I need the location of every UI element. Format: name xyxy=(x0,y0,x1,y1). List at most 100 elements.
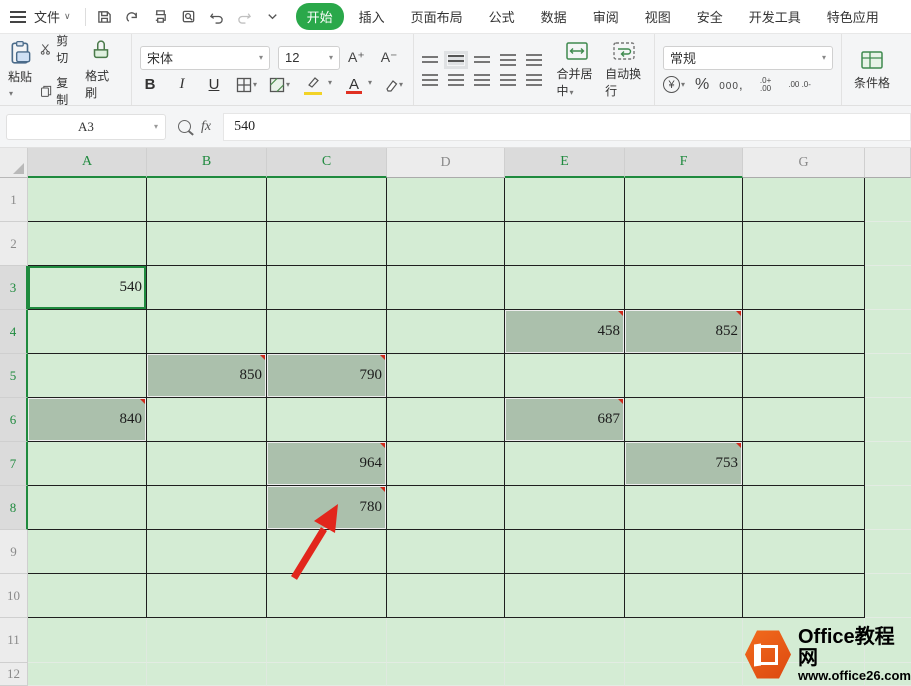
cell-C3[interactable] xyxy=(267,266,387,310)
fill-color-button[interactable]: ▾ xyxy=(269,77,290,93)
column-header-E[interactable]: E xyxy=(505,148,625,178)
cell-A11[interactable] xyxy=(28,618,147,663)
cell-F10[interactable] xyxy=(625,574,743,618)
undo-icon[interactable] xyxy=(206,6,228,28)
row-header-11[interactable]: 11 xyxy=(0,618,28,663)
cell-A10[interactable] xyxy=(28,574,147,618)
output-pdf-icon[interactable] xyxy=(122,6,144,28)
cell-partial-1[interactable] xyxy=(865,178,911,222)
redo-icon[interactable] xyxy=(234,6,256,28)
column-header-partial[interactable] xyxy=(865,148,911,178)
print-icon[interactable] xyxy=(150,6,172,28)
formula-input[interactable]: 540 xyxy=(223,113,911,141)
cell-B7[interactable] xyxy=(147,442,267,486)
italic-button[interactable]: I xyxy=(172,76,192,93)
tab-安全[interactable]: 安全 xyxy=(686,3,734,30)
cell-G4[interactable] xyxy=(743,310,865,354)
align-middle-button[interactable] xyxy=(448,55,464,65)
align-right-button[interactable] xyxy=(474,74,490,86)
cell-F4[interactable]: 852 xyxy=(625,310,743,354)
cut-button[interactable]: 剪切 xyxy=(40,34,77,66)
distributed-button[interactable] xyxy=(526,74,542,86)
paste-button[interactable]: 粘贴▾ xyxy=(8,40,34,99)
cell-partial-4[interactable] xyxy=(865,310,911,354)
shrink-font-button[interactable]: A⁻ xyxy=(381,49,398,66)
align-left-button[interactable] xyxy=(422,74,438,86)
cell-A7[interactable] xyxy=(28,442,147,486)
cell-F8[interactable] xyxy=(625,486,743,530)
cell-C11[interactable] xyxy=(267,618,387,663)
cell-C12[interactable] xyxy=(267,663,387,686)
cell-B4[interactable] xyxy=(147,310,267,354)
borders-button[interactable]: ▾ xyxy=(236,77,257,93)
font-color-button[interactable]: A ▾ xyxy=(344,76,364,93)
cell-F7[interactable]: 753 xyxy=(625,442,743,486)
cell-D11[interactable] xyxy=(387,618,505,663)
align-center-button[interactable] xyxy=(448,74,464,86)
tab-页面布局[interactable]: 页面布局 xyxy=(400,3,474,30)
cell-D8[interactable] xyxy=(387,486,505,530)
customize-toolbar-icon[interactable] xyxy=(262,6,284,28)
cell-A4[interactable] xyxy=(28,310,147,354)
cell-D2[interactable] xyxy=(387,222,505,266)
row-header-5[interactable]: 5 xyxy=(0,354,28,398)
select-all-corner[interactable] xyxy=(0,148,28,178)
merge-center-button[interactable]: 合并居中▾ xyxy=(556,40,597,99)
cell-partial-6[interactable] xyxy=(865,398,911,442)
tab-插入[interactable]: 插入 xyxy=(348,3,396,30)
bold-button[interactable]: B xyxy=(140,76,160,93)
highlight-color-button[interactable]: ▾ xyxy=(302,76,324,94)
row-header-4[interactable]: 4 xyxy=(0,310,28,354)
cell-G5[interactable] xyxy=(743,354,865,398)
cell-G8[interactable] xyxy=(743,486,865,530)
hamburger-menu-icon[interactable] xyxy=(10,11,26,23)
save-icon[interactable] xyxy=(94,6,116,28)
currency-button[interactable]: ¥ ▾ xyxy=(663,76,685,93)
cell-A1[interactable] xyxy=(28,178,147,222)
cell-D5[interactable] xyxy=(387,354,505,398)
cell-G7[interactable] xyxy=(743,442,865,486)
cell-partial-3[interactable] xyxy=(865,266,911,310)
column-header-D[interactable]: D xyxy=(387,148,505,178)
cell-A6[interactable]: 840 xyxy=(28,398,147,442)
cell-E4[interactable]: 458 xyxy=(505,310,625,354)
align-bottom-button[interactable] xyxy=(474,56,490,64)
cell-C6[interactable] xyxy=(267,398,387,442)
conditional-format-button[interactable]: 条件格 xyxy=(854,49,890,91)
cell-C5[interactable]: 790 xyxy=(267,354,387,398)
cell-D3[interactable] xyxy=(387,266,505,310)
cell-E3[interactable] xyxy=(505,266,625,310)
underline-button[interactable]: U xyxy=(204,76,224,93)
column-header-F[interactable]: F xyxy=(625,148,743,178)
tab-开始[interactable]: 开始 xyxy=(296,3,344,30)
tab-公式[interactable]: 公式 xyxy=(478,3,526,30)
cell-B12[interactable] xyxy=(147,663,267,686)
name-box-dropdown-icon[interactable]: ▾ xyxy=(154,122,158,131)
font-size-select[interactable]: 12▾ xyxy=(278,46,340,70)
cell-F9[interactable] xyxy=(625,530,743,574)
cell-E5[interactable] xyxy=(505,354,625,398)
comma-style-button[interactable]: 000, xyxy=(719,77,743,92)
cell-B5[interactable]: 850 xyxy=(147,354,267,398)
cell-G3[interactable] xyxy=(743,266,865,310)
row-header-1[interactable]: 1 xyxy=(0,178,28,222)
grow-font-button[interactable]: A⁺ xyxy=(348,49,365,66)
justify-button[interactable] xyxy=(500,74,516,86)
cell-E11[interactable] xyxy=(505,618,625,663)
cell-partial-2[interactable] xyxy=(865,222,911,266)
decrease-decimal-button[interactable]: .00 .0- xyxy=(788,81,812,89)
increase-indent-button[interactable] xyxy=(526,54,542,66)
wrap-text-button[interactable]: 自动换行 xyxy=(605,40,642,99)
cell-F6[interactable] xyxy=(625,398,743,442)
copy-button[interactable]: 复制 xyxy=(40,74,77,107)
cell-D9[interactable] xyxy=(387,530,505,574)
cell-F12[interactable] xyxy=(625,663,743,686)
row-header-8[interactable]: 8 xyxy=(0,486,28,530)
cell-D12[interactable] xyxy=(387,663,505,686)
file-menu[interactable]: 文件 xyxy=(34,7,60,26)
cell-A2[interactable] xyxy=(28,222,147,266)
column-header-B[interactable]: B xyxy=(147,148,267,178)
cell-E7[interactable] xyxy=(505,442,625,486)
row-header-3[interactable]: 3 xyxy=(0,266,28,310)
cell-B9[interactable] xyxy=(147,530,267,574)
